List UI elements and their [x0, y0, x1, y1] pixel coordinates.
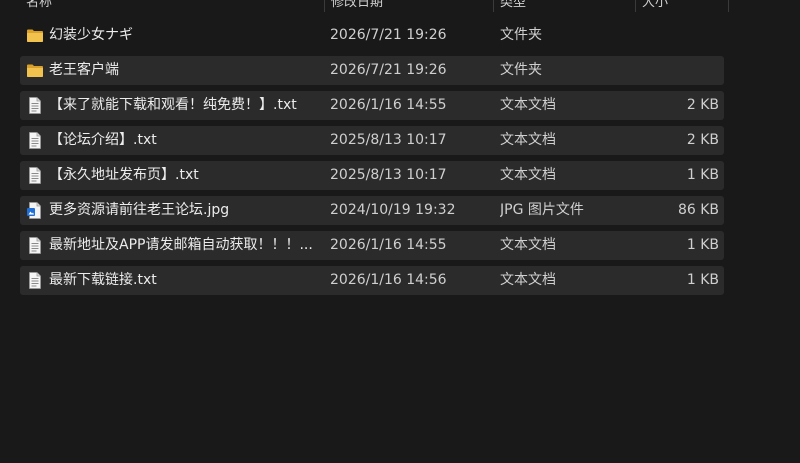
- file-modified-date: 2026/1/16 14:56: [330, 272, 447, 288]
- file-size: [630, 56, 719, 85]
- file-modified-date: 2026/7/21 19:26: [330, 27, 447, 43]
- file-name: 老王客户端: [49, 62, 119, 78]
- file-row[interactable]: 最新地址及APP请发邮箱自动获取！！！... 2026/1/16 14:55 文本文…: [20, 231, 724, 260]
- file-type: 文本文档: [500, 132, 556, 148]
- file-modified-date: 2024/10/19 19:32: [330, 202, 456, 218]
- file-explorer-window: 名称 修改日期 类型 大小 幻装少女ナギ 2026/7/21 19:26 文件夹 老…: [0, 0, 800, 463]
- text-file-icon: [26, 237, 44, 254]
- file-modified-date: 2025/8/13 10:17: [330, 167, 447, 183]
- file-size: 2 KB: [686, 132, 719, 148]
- file-row[interactable]: 【来了就能下载和观看！纯免费！】.txt 2026/1/16 14:55 文本文档 2…: [20, 91, 724, 120]
- file-row[interactable]: 更多资源请前往老王论坛.jpg 2024/10/19 19:32 JPG 图片文件 8…: [20, 196, 724, 225]
- file-modified-date: 2026/7/21 19:26: [330, 62, 447, 78]
- file-size: 86 KB: [677, 202, 719, 218]
- file-name: 最新下载链接.txt: [49, 272, 157, 288]
- folder-icon: [26, 62, 44, 79]
- file-row[interactable]: 【永久地址发布页】.txt 2025/8/13 10:17 文本文档 1 KB: [20, 161, 724, 190]
- column-divider[interactable]: [324, 0, 325, 12]
- file-name: 【来了就能下载和观看！纯免费！】.txt: [49, 97, 297, 113]
- file-name: 幻装少女ナギ: [49, 27, 133, 43]
- file-size: 1 KB: [686, 167, 719, 183]
- file-size: 2 KB: [686, 97, 719, 113]
- file-type: 文本文档: [500, 237, 556, 253]
- text-file-icon: [26, 167, 44, 184]
- file-type: 文件夹: [500, 27, 542, 43]
- folder-icon: [26, 27, 44, 44]
- file-name: 【永久地址发布页】.txt: [49, 167, 199, 183]
- column-header-size[interactable]: 大小: [642, 0, 668, 12]
- file-type: 文本文档: [500, 97, 556, 113]
- file-type: JPG 图片文件: [500, 202, 584, 218]
- file-row[interactable]: 【论坛介绍】.txt 2025/8/13 10:17 文本文档 2 KB: [20, 126, 724, 155]
- column-header: 名称 修改日期 类型 大小: [0, 0, 800, 12]
- column-header-name[interactable]: 名称: [26, 0, 52, 12]
- file-row[interactable]: 老王客户端 2026/7/21 19:26 文件夹: [20, 56, 724, 85]
- column-divider[interactable]: [635, 0, 636, 12]
- file-type: 文件夹: [500, 62, 542, 78]
- file-modified-date: 2026/1/16 14:55: [330, 97, 447, 113]
- file-type: 文本文档: [500, 167, 556, 183]
- column-divider[interactable]: [728, 0, 729, 12]
- text-file-icon: [26, 97, 44, 114]
- file-modified-date: 2026/1/16 14:55: [330, 237, 447, 253]
- file-type: 文本文档: [500, 272, 556, 288]
- text-file-icon: [26, 272, 44, 289]
- file-name: 【论坛介绍】.txt: [49, 132, 157, 148]
- file-name: 更多资源请前往老王论坛.jpg: [49, 202, 230, 218]
- file-modified-date: 2025/8/13 10:17: [330, 132, 447, 148]
- file-size: [630, 21, 719, 50]
- image-file-icon: [26, 202, 44, 219]
- file-size: 1 KB: [686, 237, 719, 253]
- file-row[interactable]: 最新下载链接.txt 2026/1/16 14:56 文本文档 1 KB: [20, 266, 724, 295]
- file-size: 1 KB: [686, 272, 719, 288]
- file-name: 最新地址及APP请发邮箱自动获取！！！...: [49, 237, 313, 253]
- column-header-type[interactable]: 类型: [500, 0, 526, 12]
- column-header-date[interactable]: 修改日期: [331, 0, 383, 12]
- column-divider[interactable]: [493, 0, 494, 12]
- text-file-icon: [26, 132, 44, 149]
- file-row[interactable]: 幻装少女ナギ 2026/7/21 19:26 文件夹: [20, 21, 724, 50]
